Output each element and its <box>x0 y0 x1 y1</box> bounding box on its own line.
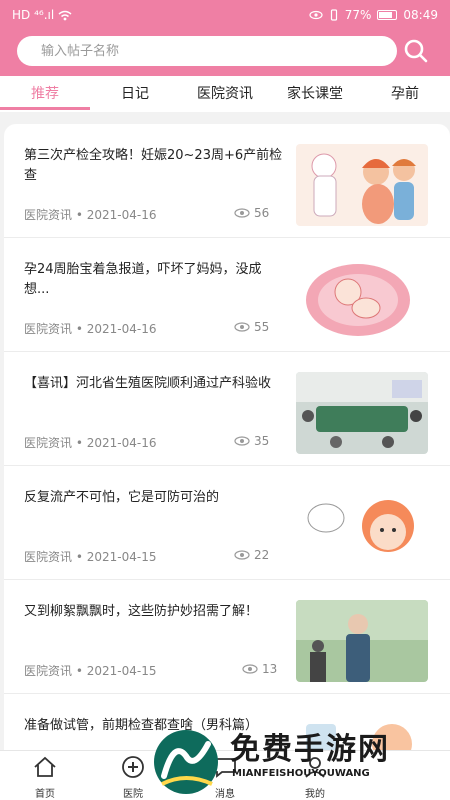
clock: 08:49 <box>403 8 438 22</box>
eye-icon <box>234 550 250 560</box>
eye-icon <box>309 10 323 20</box>
vibrate-icon <box>330 9 337 21</box>
article-date: 2021-04-16 <box>86 436 157 450</box>
article-thumbnail <box>296 144 428 226</box>
battery-icon <box>377 10 398 20</box>
eye-icon <box>242 664 258 674</box>
search-icon[interactable] <box>403 38 429 64</box>
wifi-icon <box>58 10 72 20</box>
tab-diary[interactable]: 日记 <box>90 76 180 112</box>
nav-home[interactable]: 首页 <box>10 751 80 800</box>
article-title: 第三次产检全攻略！妊娠20~23周+6产前检查 <box>24 148 283 183</box>
list-item[interactable]: 【喜讯】河北省生殖医院顺利通过产科验收 医院资讯 • 2021-04-16 35 <box>4 352 450 466</box>
view-count: 35 <box>234 434 269 448</box>
views-number: 13 <box>262 662 278 676</box>
eye-icon <box>234 322 250 332</box>
nav-home-label: 首页 <box>35 789 55 800</box>
watermark-title: 免费手游网 <box>230 732 390 767</box>
list-item[interactable]: 第三次产检全攻略！妊娠20~23周+6产前检查 医院资讯 • 2021-04-1… <box>4 124 450 238</box>
article-date: 2021-04-15 <box>86 664 157 678</box>
article-title: 又到柳絮飘飘时，这些防护妙招需了解！ <box>24 604 259 619</box>
meta-separator: • <box>72 550 87 564</box>
article-date: 2021-04-15 <box>86 550 157 564</box>
view-count: 22 <box>234 548 269 562</box>
eye-icon <box>234 208 250 218</box>
article-title: 【喜讯】河北省生殖医院顺利通过产科验收 <box>24 376 272 391</box>
article-thumbnail <box>296 486 428 568</box>
views-number: 55 <box>254 320 270 334</box>
article-category: 医院资讯 <box>24 664 73 678</box>
article-meta: 医院资讯 • 2021-04-16 <box>24 320 156 337</box>
tab-hospital-news[interactable]: 医院资讯 <box>180 76 270 112</box>
search-header <box>0 30 450 76</box>
meta-separator: • <box>72 208 87 222</box>
tab-parent-class[interactable]: 家长课堂 <box>270 76 360 112</box>
article-date: 2021-04-16 <box>86 208 157 222</box>
article-title: 孕24周胎宝着急报道，吓坏了妈妈，没成想... <box>24 262 262 297</box>
network-signal: HD ⁴⁶.ıl <box>12 8 55 22</box>
article-thumbnail <box>296 600 428 682</box>
medical-cross-icon <box>122 756 144 778</box>
article-title: 反复流产不可怕，它是可防可治的 <box>24 490 220 505</box>
view-count: 13 <box>242 662 277 676</box>
article-thumbnail <box>296 258 428 340</box>
article-list: 第三次产检全攻略！妊娠20~23周+6产前检查 医院资讯 • 2021-04-1… <box>4 124 450 750</box>
watermark-logo <box>154 730 218 794</box>
view-count: 56 <box>234 206 269 220</box>
article-category: 医院资讯 <box>24 208 73 222</box>
article-category: 医院资讯 <box>24 436 73 450</box>
meta-separator: • <box>72 322 87 336</box>
status-right: 77% 08:49 <box>309 8 438 22</box>
battery-percent: 77% <box>344 8 372 22</box>
article-category: 医院资讯 <box>24 322 73 336</box>
views-number: 35 <box>254 434 270 448</box>
eye-icon <box>234 436 250 446</box>
watermark-subtitle: MIANFEISHOUYOUWANG <box>232 768 370 779</box>
search-input[interactable] <box>17 36 397 66</box>
article-meta: 医院资讯 • 2021-04-16 <box>24 434 156 451</box>
list-item[interactable]: 孕24周胎宝着急报道，吓坏了妈妈，没成想... 医院资讯 • 2021-04-1… <box>4 238 450 352</box>
list-item[interactable]: 反复流产不可怕，它是可防可治的 医院资讯 • 2021-04-15 22 <box>4 466 450 580</box>
status-bar: HD ⁴⁶.ıl 77% 08:49 <box>0 0 450 30</box>
tab-pre-pregnancy[interactable]: 孕前 <box>360 76 450 112</box>
active-tab-indicator <box>0 107 90 110</box>
list-item[interactable]: 又到柳絮飘飘时，这些防护妙招需了解！ 医院资讯 • 2021-04-15 13 <box>4 580 450 694</box>
watermark: 免费手游网 MIANFEISHOUYOUWANG <box>150 718 450 800</box>
signal-indicators: HD ⁴⁶.ıl <box>12 8 72 22</box>
view-count: 55 <box>234 320 269 334</box>
meta-separator: • <box>72 664 87 678</box>
article-date: 2021-04-16 <box>86 322 157 336</box>
article-thumbnail <box>296 372 428 454</box>
meta-separator: • <box>72 436 87 450</box>
home-icon <box>34 756 56 777</box>
article-meta: 医院资讯 • 2021-04-15 <box>24 548 156 565</box>
article-meta: 医院资讯 • 2021-04-16 <box>24 206 156 223</box>
article-category: 医院资讯 <box>24 550 73 564</box>
article-meta: 医院资讯 • 2021-04-15 <box>24 662 156 679</box>
views-number: 22 <box>254 548 270 562</box>
views-number: 56 <box>254 206 270 220</box>
